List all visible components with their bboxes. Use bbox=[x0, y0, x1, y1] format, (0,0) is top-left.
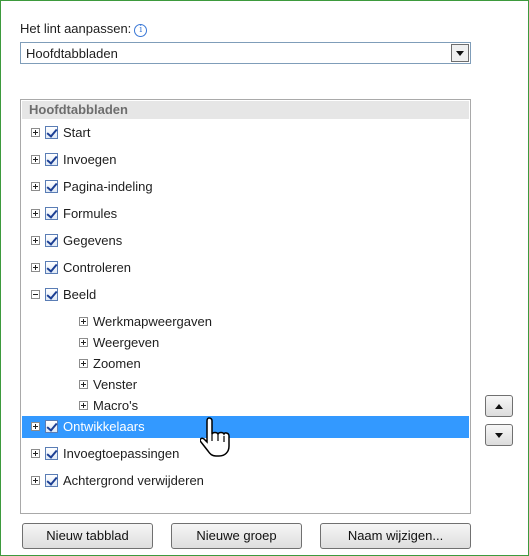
tree-header: Hoofdtabbladen bbox=[22, 101, 469, 119]
expand-icon[interactable] bbox=[31, 449, 40, 458]
move-up-button[interactable] bbox=[485, 395, 513, 417]
tree-item-label: Controleren bbox=[63, 260, 131, 275]
expand-icon[interactable] bbox=[79, 380, 88, 389]
tree-subitem-label: Macro's bbox=[93, 398, 139, 413]
hand-cursor-icon bbox=[200, 417, 230, 457]
tree-item[interactable]: Start bbox=[22, 122, 469, 144]
expand-icon[interactable] bbox=[79, 359, 88, 368]
tree-item-label: Formules bbox=[63, 206, 118, 221]
tree-subitem-label: Werkmapweergaven bbox=[93, 314, 212, 329]
tree-subitem[interactable]: Macro's bbox=[22, 395, 469, 417]
tab-checkbox[interactable] bbox=[45, 288, 58, 301]
tree-item[interactable]: Achtergrond verwijderen bbox=[22, 470, 469, 492]
tree-subitem[interactable]: Zoomen bbox=[22, 353, 469, 375]
expand-icon[interactable] bbox=[31, 182, 40, 191]
tree-item-label: Pagina-indeling bbox=[63, 179, 153, 194]
tab-checkbox[interactable] bbox=[45, 234, 58, 247]
tree-item-label: Ontwikkelaars bbox=[63, 419, 145, 434]
customize-ribbon-label-text: Het lint aanpassen: bbox=[20, 21, 132, 36]
dropdown-arrow-icon[interactable] bbox=[451, 44, 469, 62]
expand-icon[interactable] bbox=[31, 263, 40, 272]
tree-item-label: Beeld bbox=[63, 287, 97, 302]
tree-item[interactable]: Controleren bbox=[22, 257, 469, 279]
expand-icon[interactable] bbox=[79, 317, 88, 326]
expand-icon[interactable] bbox=[31, 155, 40, 164]
tree-subitem[interactable]: Venster bbox=[22, 374, 469, 396]
tree-subitem[interactable]: Weergeven bbox=[22, 332, 469, 354]
tree-item[interactable]: Ontwikkelaars bbox=[22, 416, 469, 438]
new-group-button[interactable]: Nieuwe groep bbox=[171, 523, 302, 549]
tab-checkbox[interactable] bbox=[45, 420, 58, 433]
tree-item[interactable]: Gegevens bbox=[22, 230, 469, 252]
tree-item-label: Invoegtoepassingen bbox=[63, 446, 180, 461]
expand-icon[interactable] bbox=[31, 236, 40, 245]
down-arrow-icon bbox=[495, 433, 503, 438]
tab-checkbox[interactable] bbox=[45, 180, 58, 193]
info-icon[interactable]: i bbox=[134, 24, 148, 37]
tree-subitem-label: Weergeven bbox=[93, 335, 160, 350]
expand-icon[interactable] bbox=[79, 401, 88, 410]
expand-icon[interactable] bbox=[31, 209, 40, 218]
tree-item-label: Start bbox=[63, 125, 91, 140]
collapse-icon[interactable] bbox=[31, 290, 40, 299]
tree-item[interactable]: Beeld bbox=[22, 284, 469, 306]
tab-checkbox[interactable] bbox=[45, 207, 58, 220]
tab-checkbox[interactable] bbox=[45, 261, 58, 274]
tab-checkbox[interactable] bbox=[45, 447, 58, 460]
move-down-button[interactable] bbox=[485, 424, 513, 446]
expand-icon[interactable] bbox=[31, 476, 40, 485]
tree-subitem[interactable]: Werkmapweergaven bbox=[22, 311, 469, 333]
tree-item-label: Invoegen bbox=[63, 152, 117, 167]
tab-checkbox[interactable] bbox=[45, 153, 58, 166]
ribbon-tabs-tree[interactable]: Hoofdtabbladen Start Invoegen Pagina-indel… bbox=[20, 99, 471, 514]
tab-checkbox[interactable] bbox=[45, 126, 58, 139]
tree-subitem-label: Venster bbox=[93, 377, 138, 392]
expand-icon[interactable] bbox=[79, 338, 88, 347]
new-tab-button[interactable]: Nieuw tabblad bbox=[22, 523, 153, 549]
tree-item[interactable]: Invoegen bbox=[22, 149, 469, 171]
expand-icon[interactable] bbox=[31, 422, 40, 431]
tree-item[interactable]: Pagina-indeling bbox=[22, 176, 469, 198]
expand-icon[interactable] bbox=[31, 128, 40, 137]
ribbon-scope-dropdown[interactable]: Hoofdtabbladen bbox=[20, 42, 471, 64]
tab-checkbox[interactable] bbox=[45, 474, 58, 487]
dropdown-value: Hoofdtabbladen bbox=[26, 46, 118, 61]
tree-item-label: Achtergrond verwijderen bbox=[63, 473, 204, 488]
tree-item[interactable]: Invoegtoepassingen bbox=[22, 443, 469, 465]
tree-item[interactable]: Formules bbox=[22, 203, 469, 225]
up-arrow-icon bbox=[495, 404, 503, 409]
tree-item-label: Gegevens bbox=[63, 233, 123, 248]
customize-ribbon-label: Het lint aanpassen: i bbox=[20, 21, 148, 37]
rename-button[interactable]: Naam wijzigen... bbox=[320, 523, 471, 549]
tree-subitem-label: Zoomen bbox=[93, 356, 141, 371]
